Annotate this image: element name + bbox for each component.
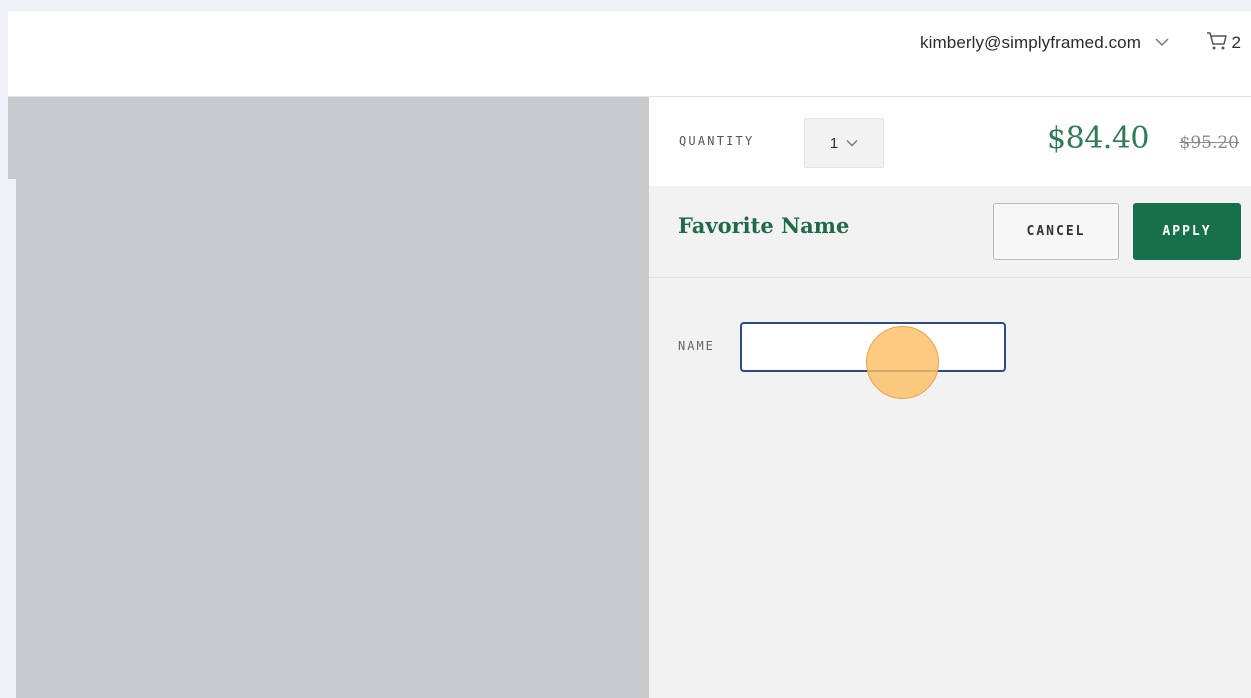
quantity-price-row: QUANTITY 1 $84.40 $95.20 bbox=[649, 97, 1251, 186]
original-price: $95.20 bbox=[1179, 133, 1239, 153]
chevron-down-icon bbox=[1155, 34, 1169, 52]
quantity-select[interactable]: 1 bbox=[804, 118, 884, 168]
frame-preview-area bbox=[16, 97, 649, 698]
option-panel-header: Favorite Name CANCEL APPLY bbox=[649, 186, 1251, 278]
current-price: $84.40 bbox=[1047, 121, 1149, 156]
site-header: kimberly@simplyframed.com 2 bbox=[8, 11, 1251, 97]
option-title: Favorite Name bbox=[678, 213, 850, 238]
apply-button[interactable]: APPLY bbox=[1133, 203, 1241, 260]
account-email: kimberly@simplyframed.com bbox=[920, 33, 1141, 52]
cart-button[interactable]: 2 bbox=[1206, 31, 1241, 55]
preview-strip bbox=[8, 97, 16, 179]
name-input[interactable] bbox=[740, 322, 1006, 372]
quantity-value: 1 bbox=[829, 134, 839, 152]
name-label: NAME bbox=[678, 339, 715, 353]
quantity-label: QUANTITY bbox=[679, 134, 755, 148]
account-menu[interactable]: kimberly@simplyframed.com bbox=[920, 31, 1169, 55]
cart-icon bbox=[1206, 31, 1228, 56]
cancel-button[interactable]: CANCEL bbox=[993, 203, 1119, 260]
options-sidebar: QUANTITY 1 $84.40 $95.20 Favorite Name C… bbox=[649, 97, 1251, 698]
chevron-down-icon bbox=[846, 134, 858, 152]
cart-count: 2 bbox=[1231, 33, 1241, 52]
